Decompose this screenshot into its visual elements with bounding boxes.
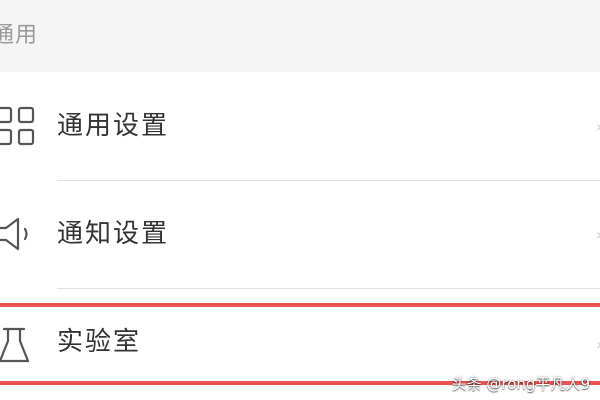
chevron-right-icon: › xyxy=(596,119,600,135)
chevron-right-icon: › xyxy=(596,227,600,243)
lab-label: 实验室 xyxy=(57,327,142,357)
flask-icon xyxy=(0,325,36,367)
speaker-icon xyxy=(0,213,36,255)
watermark: 头条 @rong平凡人9 xyxy=(451,375,590,393)
grid-icon xyxy=(0,105,36,147)
general-settings-item[interactable]: 通用设置 › xyxy=(0,72,600,180)
section-title: 通用 xyxy=(0,23,39,48)
chevron-right-icon: › xyxy=(596,337,600,353)
settings-list: 通用设置 › 通知设置 › 实验室 › xyxy=(0,72,600,400)
general-settings-label: 通用设置 xyxy=(57,111,170,141)
notification-settings-item[interactable]: 通知设置 › xyxy=(0,180,600,288)
notification-settings-label: 通知设置 xyxy=(57,219,170,249)
settings-screen: 通用 通用设置 › 通知设 xyxy=(0,0,600,400)
section-header: 通用 xyxy=(0,0,600,72)
